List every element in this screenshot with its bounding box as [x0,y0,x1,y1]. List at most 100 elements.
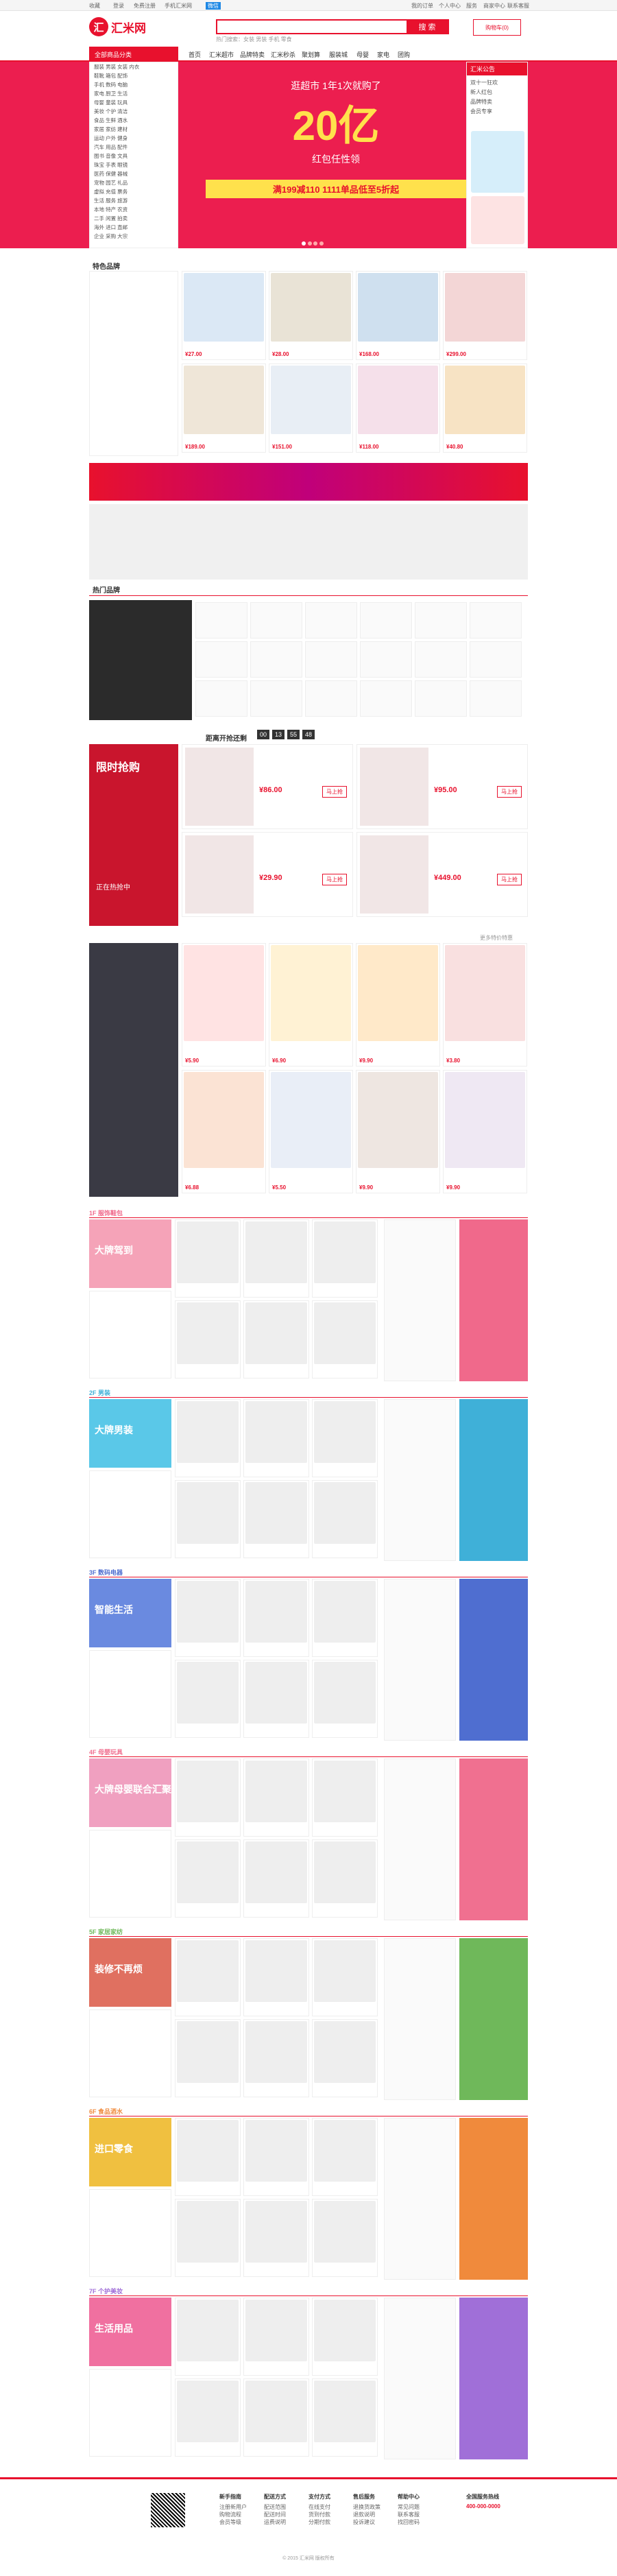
footer-link[interactable]: 配送时间 [264,2511,286,2518]
product-card[interactable] [243,2298,309,2376]
brand-logo[interactable] [195,680,247,717]
brand-logo[interactable] [360,680,412,717]
product-card[interactable] [243,1300,309,1379]
product-card[interactable]: ¥9.90 [356,1070,440,1193]
category-item[interactable]: 珠宝 手表 眼镜 [90,160,178,169]
floor-side-panel[interactable] [459,1579,528,1741]
product-card[interactable] [175,1938,241,2016]
product-card[interactable] [312,1660,378,1738]
product-card[interactable] [312,2118,378,2196]
footer-link[interactable]: 联系客服 [398,2511,420,2518]
product-card[interactable]: ¥40.80 [443,363,527,453]
topbar-link[interactable]: 服务 [466,2,477,10]
floor-ad[interactable] [384,1399,456,1561]
category-item[interactable]: 图书 音像 文具 [90,152,178,160]
floor-ad[interactable] [384,1938,456,2100]
product-card[interactable]: ¥189.00 [182,363,266,453]
hot-words[interactable]: 热门搜索：女装 男装 手机 零食 [216,36,292,43]
category-strip[interactable] [89,504,528,580]
category-item[interactable]: 服装 男装 女装 内衣 [90,62,178,71]
flash-item[interactable]: ¥95.00 马上抢 [356,744,528,829]
nav-item[interactable]: 汇米秒杀 [271,50,295,59]
product-card[interactable]: ¥9.90 [356,943,440,1066]
floor-banner[interactable]: 智能生活 [89,1579,171,1647]
product-card[interactable] [175,1300,241,1379]
floor-banner[interactable]: 装修不再烦 [89,1938,171,2007]
brand-logo[interactable] [415,641,467,678]
product-card[interactable] [243,1399,309,1477]
nav-item[interactable]: 首页 [189,50,201,59]
topbar-link[interactable]: 登录 [113,2,124,10]
floor-banner[interactable]: 大牌母婴联合汇聚 [89,1758,171,1827]
carousel-dot[interactable] [313,241,318,246]
floor-ad[interactable] [384,1579,456,1741]
product-card[interactable]: ¥3.80 [443,943,527,1066]
product-card[interactable] [243,1758,309,1837]
product-card[interactable] [312,1839,378,1918]
footer-link[interactable]: 在线支付 [308,2503,330,2511]
brand-logo[interactable] [250,680,302,717]
category-item[interactable]: 美妆 个护 清洁 [90,107,178,116]
notice-item[interactable]: 新人红包 [470,88,524,97]
nav-item[interactable]: 母婴 [356,50,369,59]
category-item[interactable]: 食品 生鲜 酒水 [90,116,178,125]
more-link[interactable]: 更多特价特惠 [480,934,513,942]
promo-image[interactable] [471,196,524,244]
product-card[interactable]: ¥5.50 [269,1070,353,1193]
topbar-link[interactable]: 商家中心 [483,2,505,10]
category-item[interactable]: 母婴 童装 玩具 [90,98,178,107]
category-item[interactable]: 宠物 园艺 礼品 [90,178,178,187]
product-card[interactable] [243,1660,309,1738]
product-card[interactable] [175,1660,241,1738]
footer-link[interactable]: 购物流程 [219,2511,247,2518]
buy-now-button[interactable]: 马上抢 [322,786,347,798]
product-card[interactable] [243,1938,309,2016]
category-item[interactable]: 本地 特产 农资 [90,205,178,214]
topbar-link[interactable]: 联系客服 [507,2,529,10]
nav-item[interactable]: 团购 [398,50,410,59]
brand-logo[interactable] [360,641,412,678]
footer-link[interactable]: 退换货政策 [353,2503,380,2511]
topbar-link[interactable]: 手机汇米网 [165,2,192,10]
product-card[interactable] [175,1399,241,1477]
brand-logo[interactable] [305,641,357,678]
floor-banner[interactable]: 大牌男装 [89,1399,171,1468]
flash-item[interactable]: ¥86.00 马上抢 [182,744,353,829]
product-card[interactable] [243,2118,309,2196]
product-card[interactable] [312,1219,378,1298]
special-banner[interactable] [89,943,178,1197]
product-card[interactable] [243,2199,309,2277]
topbar-link[interactable]: 免费注册 [134,2,156,10]
footer-link[interactable]: 货到付款 [308,2511,330,2518]
floor-side-panel[interactable] [459,2298,528,2459]
product-card[interactable]: ¥299.00 [443,271,527,360]
flash-item[interactable]: ¥449.00 马上抢 [356,832,528,917]
product-card[interactable]: ¥6.88 [182,1070,266,1193]
nav-item[interactable]: 家电 [377,50,389,59]
floor-side-panel[interactable] [459,1938,528,2100]
product-card[interactable] [312,1758,378,1837]
carousel-dot[interactable] [307,241,312,246]
search-input[interactable] [217,21,407,33]
footer-link[interactable]: 运费说明 [264,2518,286,2526]
carousel-dot[interactable] [319,241,324,246]
buy-now-button[interactable]: 马上抢 [497,786,522,798]
brand-logo[interactable] [250,641,302,678]
floor-side-panel[interactable] [459,1758,528,1920]
floor-ad[interactable] [384,1219,456,1381]
footer-link[interactable]: 找回密码 [398,2518,420,2526]
brand-logo[interactable] [195,602,247,639]
footer-link[interactable]: 常见问题 [398,2503,420,2511]
product-card[interactable]: ¥118.00 [356,363,440,453]
carousel-dot[interactable] [302,241,306,246]
product-card[interactable] [243,2019,309,2097]
product-card[interactable]: ¥5.90 [182,943,266,1066]
cart-button[interactable]: 购物车(0) [473,19,521,36]
category-item[interactable]: 二手 闲置 拍卖 [90,214,178,223]
brand-logo[interactable] [250,602,302,639]
category-item[interactable]: 海外 进口 直邮 [90,223,178,232]
footer-link[interactable]: 投诉建议 [353,2518,380,2526]
floor-side-panel[interactable] [459,2118,528,2280]
product-card[interactable]: ¥168.00 [356,271,440,360]
product-card[interactable] [175,2019,241,2097]
